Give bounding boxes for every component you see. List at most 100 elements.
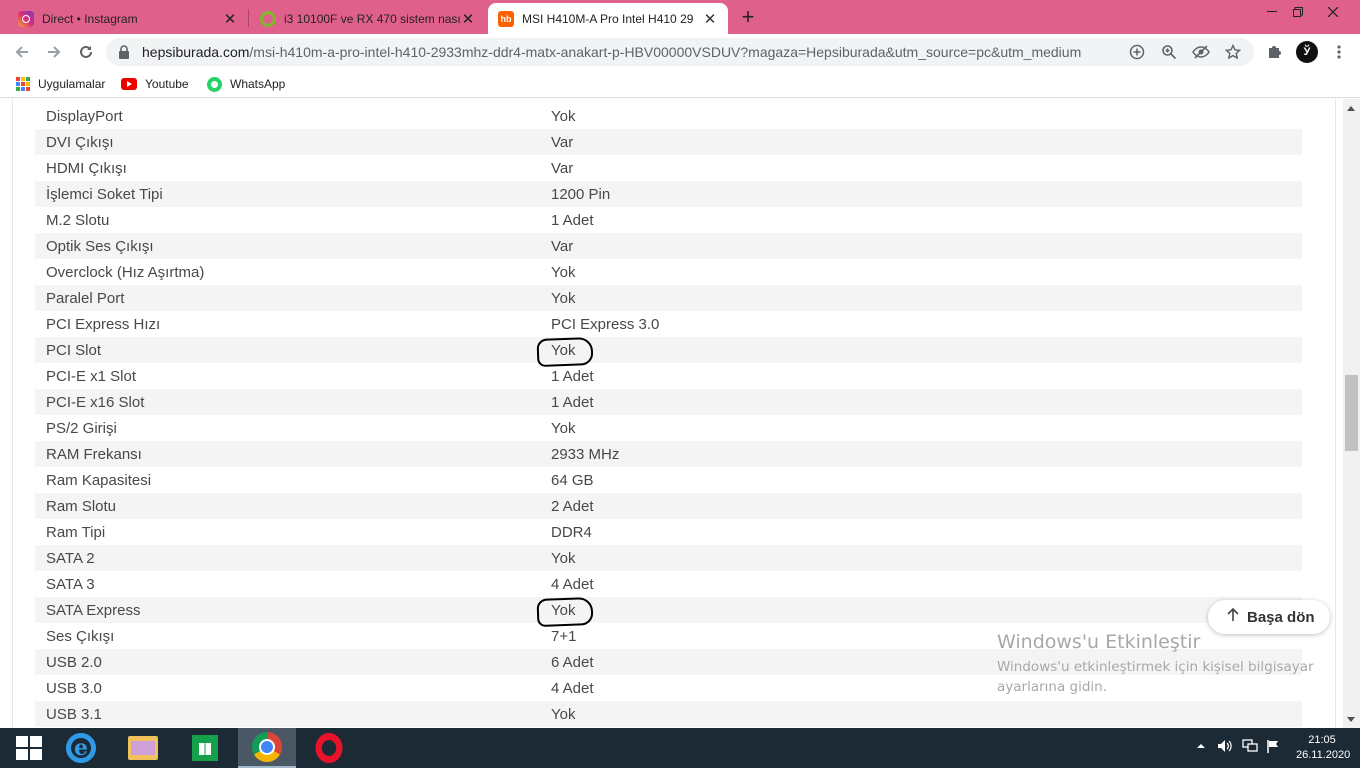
zoom-icon[interactable] xyxy=(1159,42,1179,62)
table-row: Ram Tipi DDR4 xyxy=(35,519,1302,545)
lock-icon[interactable] xyxy=(118,45,130,59)
network-icon[interactable] xyxy=(1242,739,1258,756)
scroll-up-icon[interactable] xyxy=(1347,106,1355,111)
tab-strip: Direct • Instagram ✕ i3 10100F ve RX 470… xyxy=(0,0,1360,34)
spec-value: 4 Adet xyxy=(551,575,594,593)
spec-name: Paralel Port xyxy=(46,289,125,307)
table-row: Ram Kapasitesi 64 GB xyxy=(35,467,1302,493)
spec-name: SATA Express xyxy=(46,601,141,619)
taskbar-ie[interactable]: e xyxy=(52,728,110,768)
spec-name: Ram Kapasitesi xyxy=(46,471,152,489)
spec-value: Yok xyxy=(551,107,576,125)
table-row: PS/2 Girişi Yok xyxy=(35,415,1302,441)
profile-avatar[interactable]: Ў xyxy=(1296,41,1318,63)
taskbar-chrome[interactable] xyxy=(238,728,296,768)
bookmark-youtube[interactable]: Youtube xyxy=(121,75,189,93)
close-icon[interactable]: ✕ xyxy=(460,11,476,28)
scroll-to-top-button[interactable]: Başa dön xyxy=(1208,600,1330,634)
volume-icon[interactable] xyxy=(1217,739,1233,756)
tab-title: i3 10100F ve RX 470 sistem nasıl xyxy=(284,11,460,26)
close-icon[interactable]: ✕ xyxy=(222,11,238,28)
tab-separator xyxy=(248,9,249,27)
tab-title: MSI H410M-A Pro Intel H410 29 xyxy=(522,11,694,26)
taskbar-file-explorer[interactable] xyxy=(114,728,172,768)
spec-value: 1 Adet xyxy=(551,393,594,411)
reload-icon[interactable] xyxy=(74,40,98,64)
action-center-flag-icon[interactable] xyxy=(1266,739,1280,756)
windows-taskbar: e 21:05 26.11.2020 xyxy=(0,728,1360,768)
spec-value: Yok xyxy=(551,289,576,307)
spec-name: DVI Çıkışı xyxy=(46,133,114,151)
spec-value: 2933 MHz xyxy=(551,445,620,463)
forward-icon[interactable] xyxy=(42,40,66,64)
spec-value: 4 Adet xyxy=(551,679,594,697)
taskbar-opera[interactable] xyxy=(300,728,358,768)
scroll-down-icon[interactable] xyxy=(1347,717,1355,722)
start-button[interactable] xyxy=(0,728,58,768)
spec-value: 1 Adet xyxy=(551,211,594,229)
table-row: RAM Frekansı 2933 MHz xyxy=(35,441,1302,467)
spec-name: DisplayPort xyxy=(46,107,123,125)
spec-value: 1200 Pin xyxy=(551,185,611,203)
new-tab-button[interactable]: + xyxy=(736,4,760,29)
url-host: hepsiburada.com xyxy=(142,44,250,60)
spec-name: Optik Ses Çıkışı xyxy=(46,237,154,255)
spec-name: PS/2 Girişi xyxy=(46,419,117,437)
spec-value: Var xyxy=(551,237,574,255)
spec-value: Yok xyxy=(551,419,576,437)
spec-name: SATA 2 xyxy=(46,549,95,567)
tab-instagram[interactable]: Direct • Instagram ✕ xyxy=(8,3,248,34)
vertical-scrollbar[interactable] xyxy=(1343,99,1360,728)
window-close-icon[interactable] xyxy=(1318,0,1348,24)
spec-name: USB 3.1 xyxy=(46,705,102,723)
spec-value: 6 Adet xyxy=(551,653,594,671)
youtube-icon xyxy=(121,78,137,90)
spec-value: Yok xyxy=(551,263,576,281)
spec-name: PCI Slot xyxy=(46,341,102,359)
spec-value: PCI Express 3.0 xyxy=(551,315,660,333)
scroll-to-top-label: Başa dön xyxy=(1247,608,1315,626)
spec-name: PCI-E x16 Slot xyxy=(46,393,145,411)
spec-table: DisplayPort Yok DVI Çıkışı Var HDMI Çıkışı… xyxy=(35,103,1302,727)
spec-value: 1 Adet xyxy=(551,367,594,385)
url-text[interactable]: hepsiburada.com/msi-h410m-a-pro-intel-h4… xyxy=(142,44,1082,60)
taskbar-store[interactable] xyxy=(176,728,234,768)
close-icon[interactable]: ✕ xyxy=(702,11,718,28)
chrome-icon xyxy=(252,732,282,762)
bookmark-star-icon[interactable] xyxy=(1223,42,1243,62)
spec-name: SATA 3 xyxy=(46,575,95,593)
address-bar[interactable]: hepsiburada.com/msi-h410m-a-pro-intel-h4… xyxy=(106,38,1254,66)
restore-icon[interactable] xyxy=(1283,0,1313,24)
eye-off-icon[interactable] xyxy=(1191,42,1211,62)
tab-hepsiburada[interactable]: hb MSI H410M-A Pro Intel H410 29 ✕ xyxy=(488,3,728,34)
table-row: USB 2.0 6 Adet xyxy=(35,649,1302,675)
scrollbar-thumb[interactable] xyxy=(1345,375,1358,451)
spec-name: Ram Slotu xyxy=(46,497,117,515)
taskbar-clock[interactable]: 21:05 26.11.2020 xyxy=(1296,733,1350,763)
spec-name: USB 2.0 xyxy=(46,653,102,671)
spec-name: İşlemci Soket Tipi xyxy=(46,185,163,203)
spec-value: DDR4 xyxy=(551,523,592,541)
tray-chevron-icon[interactable] xyxy=(1196,739,1206,753)
forum-ring-icon xyxy=(260,10,276,27)
table-row: DisplayPort Yok xyxy=(35,103,1302,129)
bookmark-apps[interactable]: Uygulamalar xyxy=(16,75,105,93)
tab-forum[interactable]: i3 10100F ve RX 470 sistem nasıl ✕ xyxy=(250,3,486,34)
bookmark-label: Uygulamalar xyxy=(38,77,106,91)
apps-grid-icon xyxy=(16,77,30,91)
bookmark-whatsapp[interactable]: WhatsApp xyxy=(207,75,285,93)
spec-name: PCI Express Hızı xyxy=(46,315,161,333)
page-viewport: DisplayPort Yok DVI Çıkışı Var HDMI Çıkışı… xyxy=(0,99,1360,728)
extensions-puzzle-icon[interactable] xyxy=(1262,40,1286,64)
spec-value: Yok xyxy=(551,549,576,567)
table-row: Ses Çıkışı 7+1 xyxy=(35,623,1302,649)
table-row: PCI-E x16 Slot 1 Adet xyxy=(35,389,1302,415)
table-row: M.2 Slotu 1 Adet xyxy=(35,207,1302,233)
spec-name: HDMI Çıkışı xyxy=(46,159,127,177)
table-row: Optik Ses Çıkışı Var xyxy=(35,233,1302,259)
menu-dots-icon[interactable] xyxy=(1327,40,1351,64)
back-icon[interactable] xyxy=(10,40,34,64)
install-icon[interactable] xyxy=(1127,42,1147,62)
table-row: PCI Slot Yok xyxy=(35,337,1302,363)
clock-time: 21:05 xyxy=(1308,734,1336,746)
